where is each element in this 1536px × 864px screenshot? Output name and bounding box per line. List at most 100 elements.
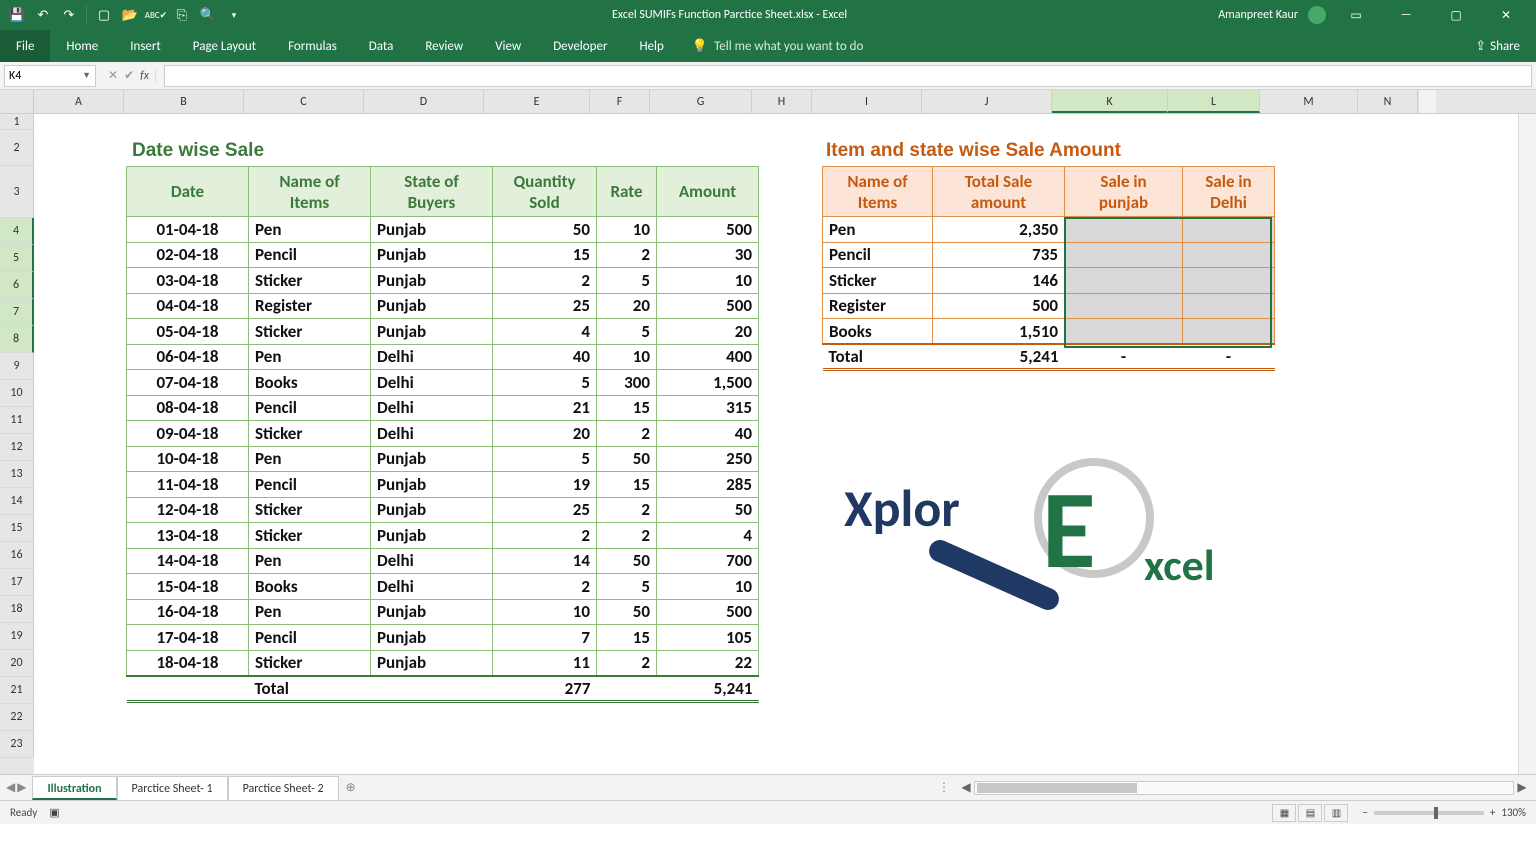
cell[interactable]: Delhi (371, 574, 493, 600)
touch-icon[interactable]: ⎘ (173, 6, 191, 24)
maximize-icon[interactable]: ▢ (1436, 0, 1476, 30)
cell[interactable]: Sticker (249, 268, 371, 294)
row-header-10[interactable]: 10 (0, 380, 34, 407)
cell[interactable]: Sticker (249, 421, 371, 447)
tab-page-layout[interactable]: Page Layout (177, 30, 272, 62)
share-button[interactable]: ⇪ Share (1459, 30, 1536, 62)
row-header-5[interactable]: 5 (0, 245, 34, 272)
cell[interactable]: 16-04-18 (127, 599, 249, 625)
chevron-down-icon[interactable]: ▼ (82, 70, 91, 81)
zoom-in-icon[interactable]: + (1490, 806, 1495, 819)
cell[interactable]: Pen (249, 446, 371, 472)
col-header-E[interactable]: E (484, 90, 590, 113)
cell[interactable]: Punjab (371, 650, 493, 676)
row-header-2[interactable]: 2 (0, 130, 34, 166)
cell[interactable]: 50 (597, 446, 657, 472)
cell[interactable]: 5 (493, 370, 597, 396)
cell[interactable]: Register (823, 293, 933, 319)
cell[interactable]: Pencil (823, 242, 933, 268)
cell[interactable]: 250 (657, 446, 759, 472)
cell[interactable]: Sticker (249, 523, 371, 549)
cell[interactable]: Pencil (249, 625, 371, 651)
cell[interactable]: Pen (249, 344, 371, 370)
cell[interactable]: 08-04-18 (127, 395, 249, 421)
cell[interactable]: 146 (933, 268, 1065, 294)
tab-home[interactable]: Home (50, 30, 114, 62)
cell[interactable] (1183, 217, 1275, 243)
row-header-13[interactable]: 13 (0, 461, 34, 488)
row-header-21[interactable]: 21 (0, 677, 34, 704)
cell[interactable]: Pen (249, 217, 371, 243)
cell[interactable]: 735 (933, 242, 1065, 268)
cell[interactable]: Pen (249, 548, 371, 574)
formula-input[interactable] (164, 65, 1532, 87)
col-header-H[interactable]: H (752, 90, 812, 113)
col-header-M[interactable]: M (1260, 90, 1358, 113)
zoom-out-icon[interactable]: − (1362, 806, 1367, 819)
cell[interactable]: 400 (657, 344, 759, 370)
tab-help[interactable]: Help (623, 30, 679, 62)
cell[interactable]: 50 (657, 497, 759, 523)
cancel-formula-icon[interactable]: ✕ (108, 68, 118, 83)
cell[interactable] (1065, 319, 1183, 345)
hscroll-track[interactable] (974, 781, 1514, 795)
cell[interactable]: 315 (657, 395, 759, 421)
col-header-I[interactable]: I (812, 90, 922, 113)
cell[interactable]: 20 (597, 293, 657, 319)
row-header-1[interactable]: 1 (0, 114, 34, 130)
minimize-icon[interactable]: — (1386, 0, 1426, 30)
cell[interactable]: 1,510 (933, 319, 1065, 345)
cell[interactable]: Delhi (371, 370, 493, 396)
cell[interactable]: 700 (657, 548, 759, 574)
cell[interactable]: 11-04-18 (127, 472, 249, 498)
ribbon-options-icon[interactable]: ▭ (1336, 0, 1376, 30)
cell[interactable]: Punjab (371, 446, 493, 472)
cell[interactable]: 02-04-18 (127, 242, 249, 268)
cell[interactable]: 01-04-18 (127, 217, 249, 243)
cell[interactable]: Punjab (371, 268, 493, 294)
col-header-G[interactable]: G (650, 90, 752, 113)
cell[interactable]: 25 (493, 497, 597, 523)
row-header-6[interactable]: 6 (0, 272, 34, 299)
cell[interactable]: Sticker (823, 268, 933, 294)
cell[interactable]: 21 (493, 395, 597, 421)
select-all-triangle[interactable] (0, 90, 34, 113)
cell[interactable]: 4 (493, 319, 597, 345)
sheet-tab-2[interactable]: Parctice Sheet- 2 (228, 776, 339, 800)
cell[interactable]: 15 (493, 242, 597, 268)
cell[interactable]: 12-04-18 (127, 497, 249, 523)
add-sheet-icon[interactable]: ⊕ (339, 780, 363, 795)
cell[interactable]: 15 (597, 625, 657, 651)
sheet-nav-prev-icon[interactable]: ◀ (6, 780, 15, 795)
close-icon[interactable]: ✕ (1486, 0, 1526, 30)
horizontal-scrollbar[interactable]: ⋮ ◀ ▶ (363, 780, 1536, 795)
cell[interactable]: 500 (657, 217, 759, 243)
cell[interactable]: 5 (597, 319, 657, 345)
cell[interactable]: 1,500 (657, 370, 759, 396)
cell[interactable]: Punjab (371, 319, 493, 345)
row-header-11[interactable]: 11 (0, 407, 34, 434)
cell[interactable]: 50 (597, 548, 657, 574)
macro-record-icon[interactable]: ▣ (49, 806, 59, 819)
cell[interactable]: Delhi (371, 344, 493, 370)
cell[interactable]: 10 (597, 344, 657, 370)
cell[interactable]: 300 (597, 370, 657, 396)
cell[interactable]: 03-04-18 (127, 268, 249, 294)
cell[interactable]: 2 (493, 574, 597, 600)
cell[interactable]: Punjab (371, 217, 493, 243)
cell[interactable] (1065, 293, 1183, 319)
qat-dropdown-icon[interactable]: ▾ (225, 6, 243, 24)
hscroll-thumb[interactable] (977, 783, 1137, 793)
new-icon[interactable]: ▢ (95, 6, 113, 24)
cell[interactable]: Pencil (249, 395, 371, 421)
cell[interactable]: 2 (493, 268, 597, 294)
enter-formula-icon[interactable]: ✔ (124, 68, 134, 83)
cell[interactable]: 13-04-18 (127, 523, 249, 549)
cell[interactable]: Sticker (249, 319, 371, 345)
cell[interactable]: Punjab (371, 497, 493, 523)
cell[interactable]: 5 (597, 574, 657, 600)
row-header-23[interactable]: 23 (0, 731, 34, 758)
row-header-22[interactable]: 22 (0, 704, 34, 731)
cell[interactable]: 2 (597, 242, 657, 268)
col-header-L[interactable]: L (1168, 90, 1260, 113)
